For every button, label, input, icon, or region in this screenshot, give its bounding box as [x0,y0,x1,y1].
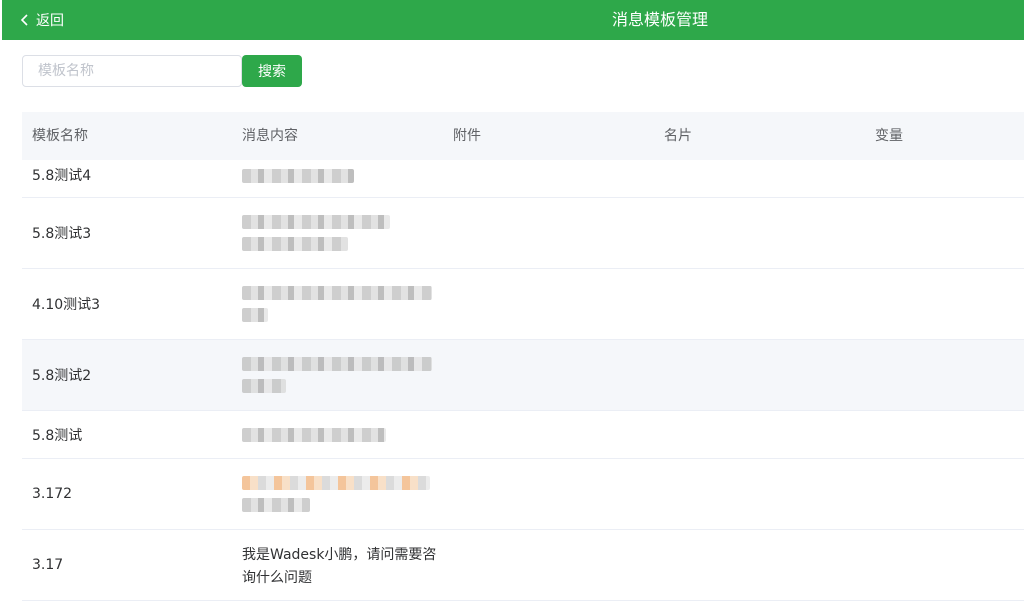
page-title-wrap: 消息模板管理 [2,0,1024,40]
template-name: 5.8测试2 [32,368,92,384]
redacted-text [242,286,432,300]
table-row[interactable]: 3.172 [22,459,1024,530]
template-name: 3.172 [32,486,73,502]
redacted-text [242,169,354,183]
page-title: 消息模板管理 [612,10,709,29]
message-content [242,198,442,268]
template-name: 5.8测试3 [32,226,92,242]
column-header-name: 模板名称 [32,128,88,144]
redacted-text [242,476,430,490]
table-row[interactable]: 5.8测试2 [22,340,1024,411]
top-bar: 返回 消息模板管理 [2,0,1024,40]
table-row[interactable]: 5.8测试 [22,411,1024,459]
message-content [242,411,442,458]
table-row[interactable]: 5.8测试4 [22,160,1024,198]
redacted-text [242,379,286,393]
message-content [242,269,442,339]
table-row[interactable]: 4.10测试3 [22,269,1024,340]
table-row[interactable]: 5.8测试3 [22,198,1024,269]
message-content [242,459,442,529]
message-content [242,340,442,410]
redacted-text [242,215,390,229]
message-content: 我是Wadesk小鹏，请问需要咨询什么问题 [242,547,437,586]
table-body[interactable]: 5.8测试4 5.8测试3 4.10测试3 5.8测试2 5.8测试 3.172… [22,160,1024,615]
search-button[interactable]: 搜索 [242,55,302,87]
table-header: 模板名称 消息内容 附件 名片 变量 [22,112,1024,160]
column-header-variables: 变量 [875,128,903,144]
redacted-text [242,357,432,371]
template-name: 5.8测试 [32,427,83,444]
template-name: 3.17 [32,557,64,573]
redacted-text [242,498,310,512]
search-input[interactable] [22,55,242,87]
redacted-text [242,237,348,251]
table-row[interactable]: 3.17 我是Wadesk小鹏，请问需要咨询什么问题 [22,530,1024,601]
template-name: 4.10测试3 [32,297,101,313]
column-header-attachment: 附件 [453,128,481,144]
template-table: 模板名称 消息内容 附件 名片 变量 5.8测试4 5.8测试3 4.10测试3 [22,112,1024,615]
redacted-text [242,427,386,442]
column-header-content: 消息内容 [242,128,298,144]
message-content [242,160,442,197]
column-header-card: 名片 [664,128,692,144]
redacted-text [242,308,268,322]
